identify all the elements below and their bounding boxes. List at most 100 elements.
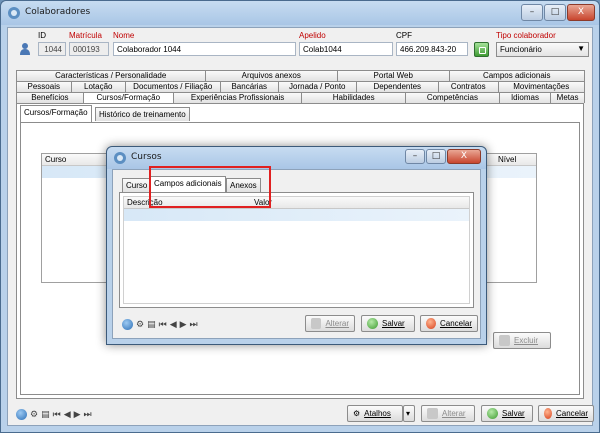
alterar-label: Alterar bbox=[442, 409, 466, 418]
tab-lotacao[interactable]: Lotação bbox=[70, 81, 126, 92]
tab-pessoais[interactable]: Pessoais bbox=[16, 81, 72, 92]
last-record-icon[interactable]: ⏭ bbox=[84, 410, 92, 420]
dialog-maximize-button[interactable]: □ bbox=[426, 149, 446, 164]
column-curso[interactable]: Curso bbox=[45, 155, 66, 164]
dialog-alterar-label: Alterar bbox=[325, 319, 349, 328]
tools-icon[interactable]: ⚙ bbox=[30, 410, 38, 420]
help-icon[interactable] bbox=[16, 409, 27, 420]
cancel-icon bbox=[426, 318, 436, 329]
apelido-field[interactable]: Colab1044 bbox=[299, 42, 393, 56]
window-title: Colaboradores bbox=[25, 7, 91, 17]
cpf-label: CPF bbox=[396, 31, 412, 40]
column-nivel[interactable]: Nível bbox=[498, 155, 516, 164]
dialog-alterar-button[interactable]: Alterar bbox=[305, 315, 355, 332]
tab-habilidades[interactable]: Habilidades bbox=[301, 92, 406, 103]
first-record-icon[interactable]: ⏮ bbox=[159, 320, 167, 330]
record-navigator: ⚙ ▤ ⏮ ◀ ▶ ⏭ bbox=[16, 409, 92, 420]
chevron-down-icon: ▾ bbox=[406, 409, 411, 418]
tab-caracteristicas[interactable]: Características / Personalidade bbox=[16, 70, 206, 81]
tab-idiomas[interactable]: Idiomas bbox=[498, 92, 552, 103]
delete-icon bbox=[499, 335, 510, 346]
next-record-icon[interactable]: ▶ bbox=[74, 410, 81, 420]
tab-cursos-formacao[interactable]: Cursos/Formação bbox=[82, 92, 174, 103]
tab-portal-web[interactable]: Portal Web bbox=[337, 70, 450, 81]
prev-record-icon[interactable]: ◀ bbox=[64, 410, 71, 420]
dialog-salvar-button[interactable]: Salvar bbox=[361, 315, 415, 332]
help-icon[interactable] bbox=[122, 319, 133, 330]
check-icon bbox=[487, 408, 498, 419]
tab-campos-adicionais[interactable]: Campos adicionais bbox=[448, 70, 585, 81]
app-icon bbox=[114, 152, 126, 164]
tab-competencias[interactable]: Competências bbox=[404, 92, 500, 103]
tools-icon[interactable]: ⚙ bbox=[136, 320, 144, 330]
salvar-button[interactable]: Salvar bbox=[481, 405, 533, 422]
dialog-minimize-button[interactable]: – bbox=[405, 149, 425, 164]
atalhos-dropdown[interactable]: ▾ bbox=[403, 405, 415, 422]
dialog-tab-body: Descrição Valor bbox=[119, 192, 474, 308]
tab-beneficios[interactable]: Benefícios bbox=[16, 92, 84, 103]
close-button[interactable]: X bbox=[567, 4, 595, 21]
atalhos-button[interactable]: ⚙ Atalhos bbox=[347, 405, 403, 422]
edit-icon bbox=[311, 318, 322, 329]
table-row[interactable] bbox=[124, 209, 469, 221]
list-icon[interactable]: ▤ bbox=[41, 410, 50, 420]
dialog-title: Cursos bbox=[131, 152, 162, 162]
subtab-cursos-formacao[interactable]: Cursos/Formação bbox=[20, 105, 92, 122]
salvar-label: Salvar bbox=[502, 409, 525, 418]
cpf-field[interactable]: 466.209.843-20 bbox=[396, 42, 468, 56]
nome-field[interactable]: Colaborador 1044 bbox=[113, 42, 296, 56]
tab-contratos[interactable]: Contratos bbox=[438, 81, 499, 92]
dialog-salvar-label: Salvar bbox=[382, 319, 405, 328]
matricula-label: Matrícula bbox=[69, 31, 102, 40]
tab-row-3: Benefícios Cursos/Formação Experiências … bbox=[16, 92, 585, 103]
cpf-check-button[interactable] bbox=[474, 42, 489, 57]
check-icon bbox=[367, 318, 378, 329]
cancelar-button[interactable]: Cancelar bbox=[538, 405, 594, 422]
person-icon bbox=[20, 43, 30, 55]
tipo-label: Tipo colaborador bbox=[496, 31, 556, 40]
list-icon[interactable]: ▤ bbox=[147, 320, 156, 330]
last-record-icon[interactable]: ⏭ bbox=[190, 320, 198, 330]
tab-row-2: Pessoais Lotação Documentos / Filiação B… bbox=[16, 81, 585, 92]
prev-record-icon[interactable]: ◀ bbox=[170, 320, 177, 330]
apelido-label: Apelido bbox=[299, 31, 326, 40]
tab-jornada[interactable]: Jornada / Ponto bbox=[278, 81, 357, 92]
dialog-cancelar-label: Cancelar bbox=[439, 319, 472, 328]
next-record-icon[interactable]: ▶ bbox=[180, 320, 187, 330]
tab-bancarias[interactable]: Bancárias bbox=[219, 81, 279, 92]
tab-arquivos-anexos[interactable]: Arquivos anexos bbox=[204, 70, 338, 81]
excluir-label: Excluir bbox=[514, 336, 539, 345]
tab-dependentes[interactable]: Dependentes bbox=[355, 81, 439, 92]
dialog-cancelar-button[interactable]: Cancelar bbox=[420, 315, 478, 332]
matricula-field[interactable]: 000193 bbox=[69, 42, 109, 56]
edit-icon bbox=[427, 408, 438, 419]
campos-grid[interactable]: Descrição Valor bbox=[123, 196, 470, 304]
nome-label: Nome bbox=[113, 31, 135, 40]
alterar-button[interactable]: Alterar bbox=[421, 405, 475, 422]
gear-icon: ⚙ bbox=[353, 409, 361, 418]
subtab-historico[interactable]: Histórico de treinamento bbox=[95, 107, 190, 121]
app-icon bbox=[8, 7, 20, 19]
tab-experiencias[interactable]: Experiências Profissionais bbox=[172, 92, 303, 103]
dialog-close-button[interactable]: X bbox=[447, 149, 481, 164]
tab-documentos[interactable]: Documentos / Filiação bbox=[125, 81, 221, 92]
id-field[interactable]: 1044 bbox=[38, 42, 66, 56]
minimize-button[interactable]: – bbox=[521, 4, 543, 21]
dialog-tab-curso[interactable]: Curso bbox=[122, 178, 152, 192]
tipo-select[interactable]: Funcionário ▼ bbox=[496, 42, 589, 57]
first-record-icon[interactable]: ⏮ bbox=[53, 410, 61, 420]
dialog-record-navigator: ⚙ ▤ ⏮ ◀ ▶ ⏭ bbox=[122, 319, 198, 330]
tab-row-1: Características / Personalidade Arquivos… bbox=[16, 70, 585, 81]
tab-movimentacoes[interactable]: Movimentações bbox=[497, 81, 585, 92]
cancelar-label: Cancelar bbox=[555, 409, 588, 418]
excluir-button[interactable]: Excluir bbox=[493, 332, 551, 349]
cancel-icon bbox=[544, 408, 552, 419]
window-title-bar[interactable]: Colaboradores – □ X bbox=[1, 1, 599, 25]
tab-metas[interactable]: Metas bbox=[550, 92, 585, 103]
highlight-box bbox=[149, 166, 271, 208]
maximize-button[interactable]: □ bbox=[544, 4, 566, 21]
atalhos-label: Atalhos bbox=[364, 409, 391, 418]
tipo-select-value: Funcionário bbox=[500, 45, 542, 54]
id-label: ID bbox=[38, 31, 46, 40]
chevron-down-icon: ▼ bbox=[577, 44, 585, 53]
